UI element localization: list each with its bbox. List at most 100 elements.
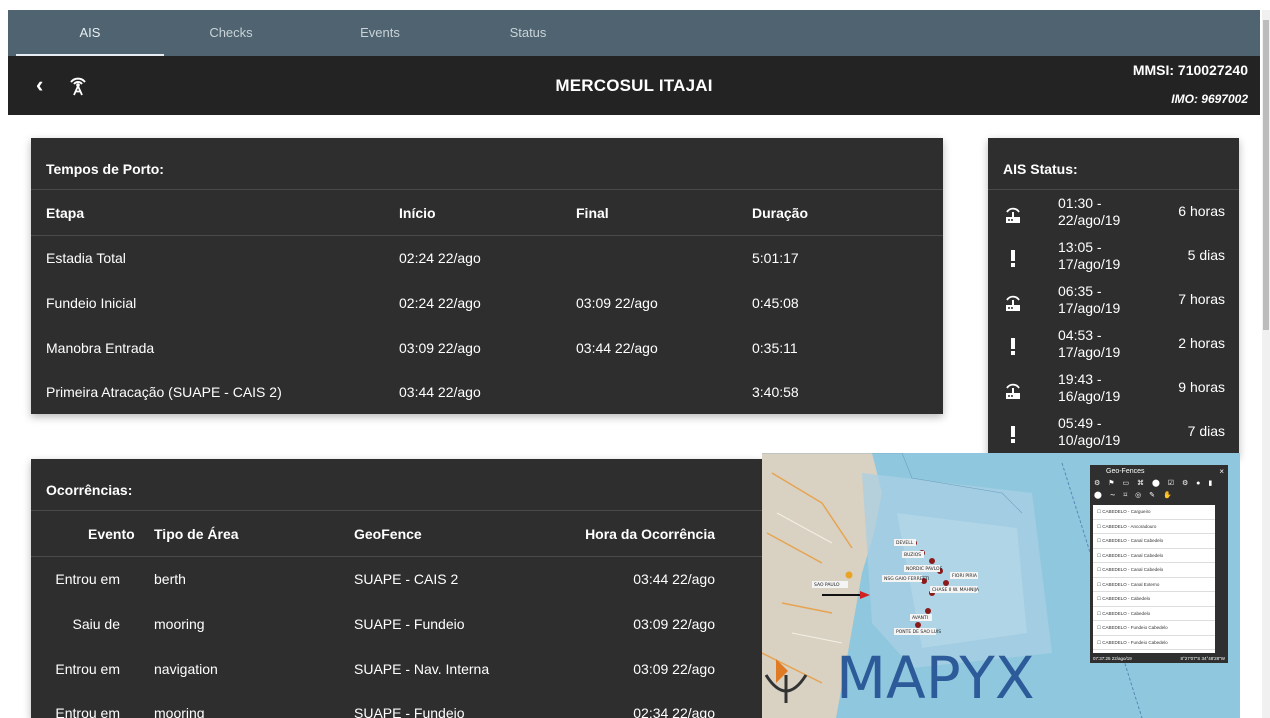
etapa-cell: Estadia Total (46, 250, 126, 266)
list-item: 13:05 -17/ago/19 5 dias (988, 235, 1239, 279)
port-times-card: Tempos de Porto: Etapa Início Final Dura… (31, 138, 943, 414)
list-item[interactable]: ☐ CABEDELO - Fundeio Cabedelo (1093, 621, 1215, 636)
hora-cell: 02:34 22/ago (633, 705, 715, 718)
panel-coordinates: 8°27'07"S 34°48'28"W (1180, 656, 1225, 661)
list-item[interactable]: ☐ CABEDELO - Canal Cabedelo (1093, 549, 1215, 563)
ais-status-card: AIS Status: 01:30 -22/ago/19 6 horas 13:… (988, 138, 1239, 456)
tipo-cell: berth (154, 571, 186, 587)
duracao-cell: 5:01:17 (752, 250, 799, 266)
ship-label: DEVELL (896, 540, 914, 546)
evento-cell: Entrou em (55, 661, 120, 677)
antenna-icon (1002, 203, 1024, 225)
col-hora: Hora da Ocorrência (585, 526, 715, 542)
list-item[interactable]: ☐ CABEDELO - Cargueiro (1093, 505, 1215, 520)
table-row: Entrou em mooring SUAPE - Fundeio 02:34 … (31, 692, 763, 718)
col-geofence: GeoFence (354, 526, 422, 542)
ais-time: 06:35 -17/ago/19 (1058, 283, 1121, 316)
evento-cell: Entrou em (55, 571, 120, 587)
ais-duration: 7 horas (1178, 291, 1225, 307)
occurrences-title: Ocorrências: (46, 482, 133, 498)
ais-duration: 7 dias (1187, 423, 1225, 439)
geofence-panel-title: Geo-Fences (1106, 468, 1145, 475)
ship-label: SAO PAULO (814, 582, 840, 588)
list-item[interactable]: ☐ CABEDELO - Canal Externo (1093, 578, 1215, 592)
duracao-cell: 3:40:58 (752, 384, 799, 400)
geofence-toolbar-2[interactable]: ⬤ ∼ ⌑ ◎ ✎ ✋ (1090, 491, 1228, 503)
table-row: Entrou em navigation SUAPE - Nav. Intern… (31, 647, 763, 692)
list-item[interactable]: ☐ CABEDELO - Cabedelo (1093, 592, 1215, 607)
ship-label: FIORI PIRIA (952, 573, 978, 579)
inicio-cell: 03:09 22/ago (399, 340, 481, 356)
list-item[interactable]: ☐ CABEDELO - Canal Cabedelo (1093, 534, 1215, 549)
tab-events[interactable]: Events (306, 10, 454, 56)
occurrences-card: Ocorrências: Evento Tipo de Área GeoFenc… (31, 459, 763, 718)
list-item[interactable]: ☐ CABEDELO - Canal Cabedelo (1093, 563, 1215, 578)
exclamation-icon (1002, 423, 1024, 445)
mmsi-label: MMSI: 710027240 (1132, 62, 1248, 78)
list-item: 01:30 -22/ago/19 6 horas (988, 191, 1239, 235)
evento-cell: Saiu de (72, 616, 120, 632)
exclamation-icon (1002, 247, 1024, 269)
tab-ais[interactable]: AIS (16, 10, 164, 56)
ship-label: BUZIOS (904, 552, 921, 558)
tipo-cell: mooring (154, 705, 205, 718)
geofence-cell: SUAPE - Fundeio (354, 705, 465, 718)
duracao-cell: 0:35:11 (752, 340, 798, 356)
occurrences-header: Evento Tipo de Área GeoFence Hora da Oco… (31, 511, 763, 557)
geofence-cell: SUAPE - CAIS 2 (354, 571, 459, 587)
ais-status-title: AIS Status: (1003, 161, 1078, 177)
duracao-cell: 0:45:08 (752, 295, 799, 311)
list-item: 19:43 -16/ago/19 9 horas (988, 367, 1239, 411)
list-item: 06:35 -17/ago/19 7 horas (988, 279, 1239, 323)
col-tipo-area: Tipo de Área (154, 526, 239, 542)
close-icon[interactable]: × (1219, 467, 1224, 476)
map-view[interactable]: DEVELL BUZIOS NORDIC PAVLOS NSG GAIO FER… (762, 453, 1240, 718)
ship-label: NORDIC PAVLOS (906, 566, 943, 572)
antenna-icon (1002, 379, 1024, 401)
ais-duration: 5 dias (1187, 247, 1225, 263)
mapyx-watermark: MAPYX (836, 644, 1035, 712)
list-item: 04:53 -17/ago/19 2 horas (988, 323, 1239, 367)
list-item[interactable]: ☐ CABEDELO - Fundeio Cabedelo (1093, 636, 1215, 650)
vessel-header: ‹ MERCOSUL ITAJAI MMSI: 710027240 IMO: 9… (8, 56, 1260, 115)
list-item[interactable]: ☐ CABEDELO - Cabedelo (1093, 607, 1215, 621)
geofence-cell: SUAPE - Fundeio (354, 616, 465, 632)
table-row: Primeira Atracação (SUAPE - CAIS 2) 03:4… (31, 371, 943, 414)
tipo-cell: navigation (154, 661, 218, 677)
ais-duration: 9 horas (1178, 379, 1225, 395)
col-inicio: Início (399, 205, 436, 221)
exclamation-icon (1002, 335, 1024, 357)
tipo-cell: mooring (154, 616, 205, 632)
ship-label: NSG GAIO FERRETTI (884, 576, 929, 582)
evento-cell: Entrou em (55, 705, 120, 718)
scrollbar-thumb[interactable] (1263, 20, 1269, 330)
panel-timestamp: 07:37:25 22/ago/19 (1093, 656, 1132, 661)
ship-label: AVANTI (912, 615, 928, 621)
ais-time: 13:05 -17/ago/19 (1058, 239, 1121, 272)
col-etapa: Etapa (46, 205, 85, 221)
tab-bar: AIS Checks Events Status (8, 10, 1260, 56)
port-times-header: Etapa Início Final Duração (31, 190, 943, 236)
ais-time: 19:43 -16/ago/19 (1058, 371, 1121, 404)
antenna-icon (1002, 291, 1024, 313)
list-item: 05:49 -10/ago/19 7 dias (988, 411, 1239, 455)
geofence-list: ☐ CABEDELO - Cargueiro ☐ CABEDELO - Anco… (1093, 505, 1215, 653)
final-cell: 03:09 22/ago (576, 295, 658, 311)
inicio-cell: 02:24 22/ago (399, 250, 481, 266)
hora-cell: 03:09 22/ago (633, 661, 715, 677)
ship-label: PONTE DE SAO LUIS (896, 629, 941, 635)
list-item[interactable]: ☐ CABEDELO - Ancoradouro (1093, 520, 1215, 534)
col-evento: Evento (88, 526, 135, 542)
ais-time: 04:53 -17/ago/19 (1058, 327, 1121, 360)
hora-cell: 03:44 22/ago (633, 571, 715, 587)
table-row: Estadia Total 02:24 22/ago 5:01:17 (31, 236, 943, 281)
table-row: Entrou em berth SUAPE - CAIS 2 03:44 22/… (31, 557, 763, 602)
etapa-cell: Manobra Entrada (46, 340, 155, 356)
geofence-toolbar-1[interactable]: ⚙ ⚑ ▭ ⌘ ⬤ ☑ ⚙ ● ▮ (1090, 479, 1228, 491)
port-times-title: Tempos de Porto: (46, 161, 164, 177)
table-row: Manobra Entrada 03:09 22/ago 03:44 22/ag… (31, 326, 943, 371)
tab-status[interactable]: Status (454, 10, 602, 56)
final-cell: 03:44 22/ago (576, 340, 658, 356)
tab-checks[interactable]: Checks (157, 10, 305, 56)
geofence-panel: Geo-Fences × ⚙ ⚑ ▭ ⌘ ⬤ ☑ ⚙ ● ▮ ⬤ ∼ ⌑ ◎ ✎… (1090, 465, 1228, 663)
